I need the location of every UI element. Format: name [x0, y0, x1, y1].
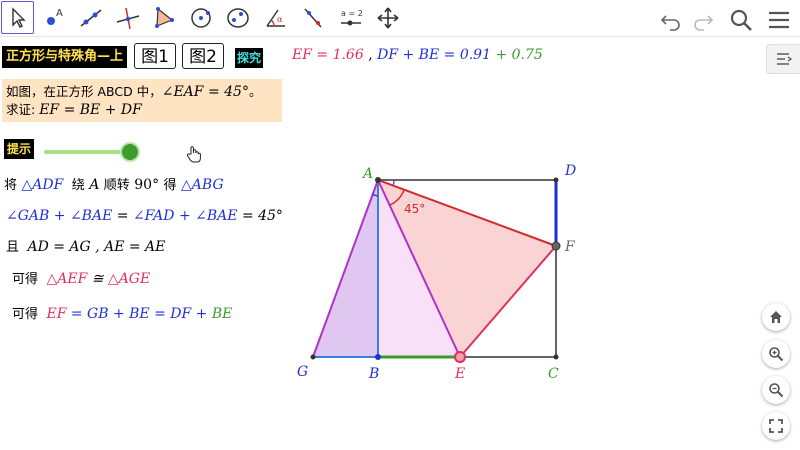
congruent-symbol: ≅ [91, 271, 104, 287]
step-5-ef: EF [46, 306, 67, 322]
step-3: 且 AD = AG , AE = AE [6, 238, 165, 257]
triangle-adf-text: △ADF [21, 177, 64, 193]
step-1-text-g: 得 [163, 178, 177, 193]
point-c[interactable] [553, 354, 559, 360]
point-d[interactable] [553, 177, 559, 183]
step-2: ∠GAB + ∠BAE = ∠FAD + ∠BAE = 45° [6, 207, 283, 225]
step-3-text: 且 [6, 240, 20, 255]
hint-badge: 提示 [4, 139, 35, 159]
problem-prove-statement: EF = BE + DF [39, 102, 142, 118]
angle-eaf-label: 45° [404, 202, 425, 216]
eq-equals: = [443, 47, 456, 63]
problem-prove-label: 求证: [6, 102, 36, 117]
step-5-text: 可得 [12, 307, 39, 322]
label-a: A [361, 166, 373, 182]
label-c: C [548, 366, 559, 382]
df-value: 0.91 [459, 47, 491, 63]
eq-separator: , [368, 47, 373, 63]
label-d: D [564, 163, 576, 179]
problem-angle: ∠EAF = 45° [161, 84, 249, 100]
step-4: 可得 △AEF ≅ △AGE [12, 270, 150, 289]
point-a[interactable] [375, 177, 381, 183]
step-1-point-a: A [89, 177, 100, 193]
problem-statement: 如图，在正方形 ABCD 中，∠EAF = 45°。 求证: EF = BE +… [2, 79, 282, 122]
hand-cursor-icon [186, 146, 201, 163]
eq-plus: + [495, 47, 508, 63]
zoom-out-button[interactable] [762, 376, 790, 404]
point-b[interactable] [375, 354, 381, 360]
point-g[interactable] [310, 354, 316, 360]
step-2-result: = 45° [241, 208, 283, 224]
fullscreen-button[interactable] [762, 412, 790, 440]
triangle-abg-text: △ABG [181, 177, 224, 193]
figure-1-button[interactable]: 图1 [134, 43, 176, 69]
step-5-middle: = GB + BE = DF + [70, 306, 208, 322]
style-bar-toggle[interactable] [766, 44, 800, 74]
step-2-right: ∠FAD + ∠BAE [132, 208, 238, 224]
ef-value: EF = 1.66 [292, 47, 364, 63]
step-1-text-c: 绕 [71, 178, 85, 193]
home-button[interactable] [762, 303, 790, 331]
hint-slider-track[interactable] [44, 150, 130, 154]
df-be-expression-df: DF + BE [377, 47, 440, 63]
step-2-equals: = [116, 208, 129, 224]
step-5-be: BE [211, 306, 233, 322]
angle-fad-arc [392, 179, 395, 187]
step-5: 可得 EF = GB + BE = DF + BE [12, 305, 232, 324]
be-value: 0.75 [511, 47, 543, 63]
problem-line1-end: 。 [248, 84, 262, 99]
title-badge: 正方形与特殊角—上 [2, 46, 128, 68]
point-e[interactable] [454, 351, 466, 363]
step-3-equalities: AD = AG , AE = AE [27, 239, 166, 255]
problem-line1-text: 如图，在正方形 ABCD 中， [6, 84, 162, 99]
step-1: 将 △ADF 绕 A 顺转 90° 得 △ABG [4, 176, 224, 195]
label-f: F [564, 239, 576, 255]
figure-2-button[interactable]: 图2 [182, 43, 224, 69]
step-1-text-e: 顺转 [103, 178, 130, 193]
step-2-left: ∠GAB + ∠BAE [6, 208, 113, 224]
fullscreen-icon [769, 419, 783, 433]
zoom-in-icon [769, 347, 784, 362]
measurement-equation: EF = 1.66 , DF + BE = 0.91 + 0.75 [292, 47, 543, 63]
style-bar-icon [776, 53, 792, 65]
label-e: E [454, 366, 465, 382]
triangle-aef-text: △AEF [46, 271, 88, 287]
label-b: B [368, 366, 379, 382]
zoom-in-button[interactable] [762, 340, 790, 368]
zoom-out-icon [769, 383, 784, 398]
label-g: G [297, 364, 308, 380]
step-1-text-a: 将 [4, 178, 18, 193]
step-1-angle: 90° [134, 177, 160, 193]
hint-slider-knob[interactable] [120, 142, 140, 162]
home-icon [770, 311, 782, 323]
explore-badge[interactable]: 探究 [235, 48, 264, 68]
point-f[interactable] [551, 241, 561, 251]
step-4-text: 可得 [12, 272, 39, 287]
triangle-age-text: △AGE [107, 271, 151, 287]
